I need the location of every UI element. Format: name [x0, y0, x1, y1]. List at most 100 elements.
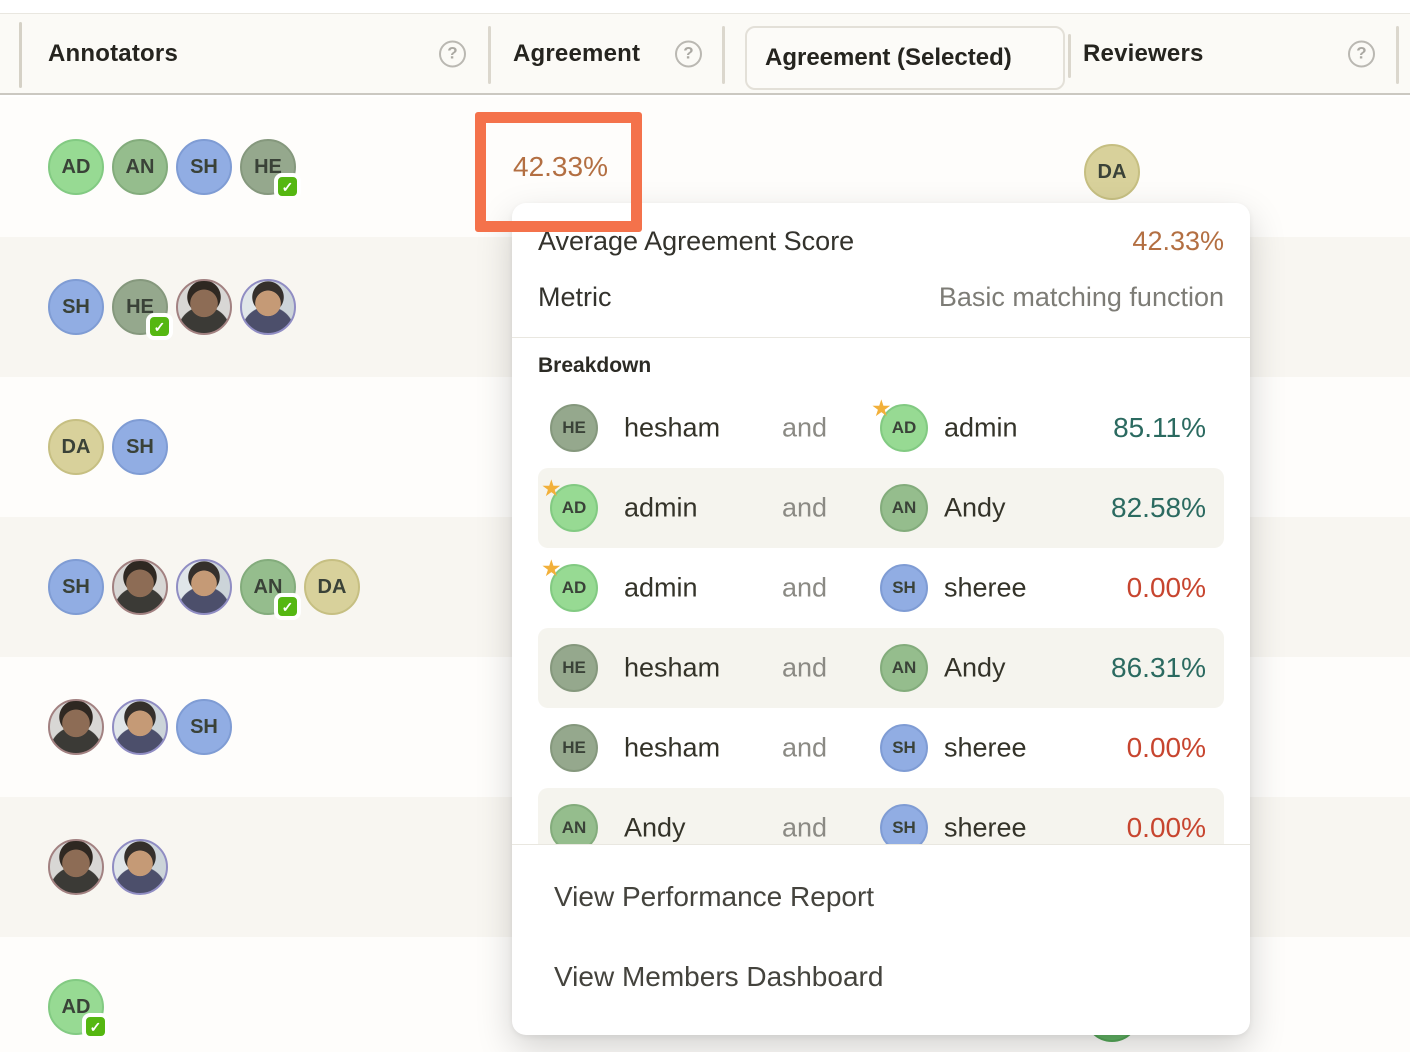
avatar-photo[interactable]	[176, 279, 232, 335]
and-separator: and	[782, 813, 827, 844]
and-separator: and	[782, 413, 827, 444]
avatar-an[interactable]: AN	[550, 804, 598, 844]
annotators-cell: ADAN SH HE✓	[48, 97, 296, 237]
avatar-an[interactable]: AN	[112, 139, 168, 195]
avatar-da[interactable]: DA	[304, 559, 360, 615]
avatar-initials: DA	[1098, 161, 1127, 184]
avatar-initials: AN	[892, 498, 917, 518]
avatar-photo[interactable]	[112, 699, 168, 755]
annotators-cell: AD✓	[48, 937, 104, 1052]
breakdown-list: HEheshamandAD★admin85.11%AD★adminandANAn…	[538, 388, 1224, 844]
check-badge-icon: ✓	[274, 173, 301, 200]
pair-agreement-value: 82.58%	[1111, 492, 1206, 524]
avatar-ad[interactable]: AD	[48, 139, 104, 195]
avatar-initials: AD	[892, 418, 917, 438]
star-icon: ★	[541, 557, 562, 580]
avatar-da[interactable]: DA	[1084, 144, 1140, 200]
avatar-sh[interactable]: SH	[112, 419, 168, 475]
annotators-cell: DA SH	[48, 377, 168, 517]
avatar-initials: SH	[126, 436, 154, 459]
column-divider	[722, 26, 725, 84]
avatar-sh[interactable]: SH	[48, 279, 104, 335]
member-name: admin	[944, 413, 1018, 444]
member-name: hesham	[624, 413, 720, 444]
avatar-initials: HE	[562, 738, 586, 758]
star-icon: ★	[871, 397, 892, 420]
breakdown-title: Breakdown	[538, 354, 1224, 380]
avatar-sh[interactable]: SH	[880, 724, 928, 772]
member-name: hesham	[624, 733, 720, 764]
avatar-photo[interactable]	[240, 279, 296, 335]
avatar-initials: DA	[318, 576, 347, 599]
member-name: admin	[624, 573, 698, 604]
avatar-photo[interactable]	[112, 559, 168, 615]
member-name: Andy	[944, 653, 1006, 684]
avatar-he[interactable]: HE	[550, 404, 598, 452]
check-badge-icon: ✓	[274, 593, 301, 620]
avatar-ad[interactable]: AD★	[550, 564, 598, 612]
view-members-dashboard-link[interactable]: View Members Dashboard	[554, 937, 1250, 1017]
avatar-initials: SH	[62, 296, 90, 319]
average-agreement-value: 42.33%	[1132, 226, 1224, 257]
table-header: Annotators ? Agreement ? Agreement (Sele…	[0, 13, 1410, 95]
avatar-ad[interactable]: AD★	[550, 484, 598, 532]
annotators-cell: SH HE✓	[48, 237, 296, 377]
agreement-popover: Average Agreement Score 42.33% Metric Ba…	[512, 203, 1250, 1035]
avatar-an[interactable]: AN	[880, 644, 928, 692]
help-icon[interactable]: ?	[439, 40, 466, 67]
check-badge-icon: ✓	[82, 1013, 109, 1040]
avatar-an[interactable]: AN✓	[240, 559, 296, 615]
pair-agreement-value: 85.11%	[1113, 412, 1206, 444]
avatar-sh[interactable]: SH	[880, 564, 928, 612]
breakdown-row: HE hesham and AD★ admin 85.11%	[538, 388, 1224, 468]
avatar-da[interactable]: DA	[48, 419, 104, 475]
avatar-initials: AN	[892, 658, 917, 678]
breakdown-row: HEheshamandSHsheree0.00%	[538, 708, 1224, 788]
member-name: Andy	[944, 493, 1006, 524]
check-badge-icon: ✓	[146, 313, 173, 340]
pair-agreement-value: 0.00%	[1127, 732, 1206, 764]
avatar-he[interactable]: HE	[550, 644, 598, 692]
avatar-initials: SH	[190, 716, 218, 739]
avatar-sh[interactable]: SH	[48, 559, 104, 615]
and-separator: and	[782, 493, 827, 524]
avatar-he[interactable]: HE✓	[112, 279, 168, 335]
column-divider	[1396, 26, 1399, 84]
pair-agreement-value: 0.00%	[1127, 572, 1206, 604]
help-icon[interactable]: ?	[1348, 40, 1375, 67]
avatar-sh[interactable]: SH	[176, 139, 232, 195]
view-performance-report-link[interactable]: View Performance Report	[554, 857, 1250, 937]
avatar-initials: SH	[892, 578, 916, 598]
breakdown-row: AD★adminandANAndy82.58%	[538, 468, 1224, 548]
avatar-photo[interactable]	[112, 839, 168, 895]
avatar-initials: SH	[62, 576, 90, 599]
avatar-photo[interactable]	[48, 699, 104, 755]
and-separator: and	[782, 573, 827, 604]
breakdown-section: Breakdown HEheshamandAD★admin85.11%AD★ad…	[512, 338, 1250, 844]
column-header-agreement-selected[interactable]: Agreement (Selected)	[745, 26, 1065, 90]
avatar-ad[interactable]: AD★	[880, 404, 928, 452]
breakdown-row: ANAndyandSHsheree0.00%	[538, 788, 1224, 844]
metric-value: Basic matching function	[939, 282, 1224, 313]
avatar-initials: AD	[562, 578, 587, 598]
avatar-ad[interactable]: AD✓	[48, 979, 104, 1035]
avatar-initials: AN	[562, 818, 587, 838]
column-divider	[488, 26, 491, 84]
avatar-he[interactable]: HE	[550, 724, 598, 772]
avatar-initials: DA	[62, 436, 91, 459]
avatar-sh[interactable]: SH	[880, 804, 928, 844]
member-name: hesham	[624, 653, 720, 684]
avatar-an[interactable]: AN	[880, 484, 928, 532]
annotators-cell	[48, 797, 168, 937]
avatar-he[interactable]: HE✓	[240, 139, 296, 195]
avatar-initials: SH	[892, 818, 916, 838]
member-name: sheree	[944, 813, 1027, 844]
star-icon: ★	[541, 477, 562, 500]
column-header-annotators: Annotators	[48, 40, 178, 68]
avatar-photo[interactable]	[176, 559, 232, 615]
help-icon[interactable]: ?	[675, 40, 702, 67]
avatar-sh[interactable]: SH	[176, 699, 232, 755]
avatar-photo[interactable]	[48, 839, 104, 895]
avatar-initials: SH	[190, 156, 218, 179]
selected-column-label: Agreement (Selected)	[765, 44, 1012, 72]
